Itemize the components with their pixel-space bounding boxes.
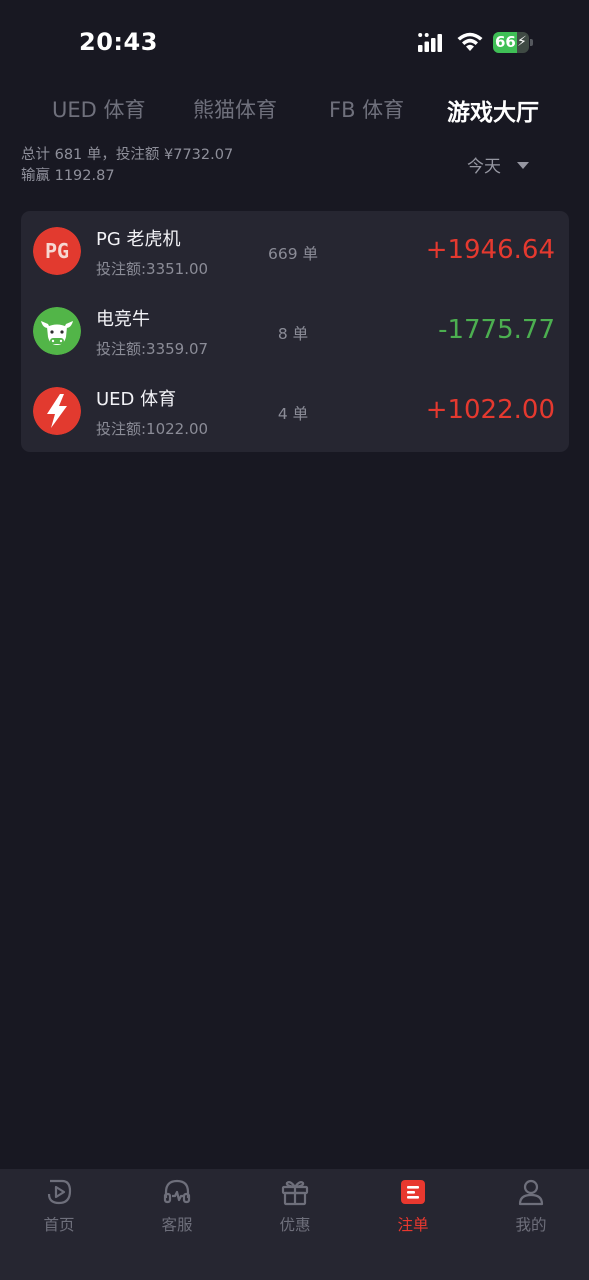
pg-logo-text: PG bbox=[45, 239, 69, 263]
bottom-nav: 首页 客服 优惠 注单 我的 bbox=[0, 1169, 589, 1280]
pg-logo-icon: PG bbox=[33, 227, 81, 275]
order-count: 8 单 bbox=[277, 325, 309, 343]
bet-amount: 投注额:3359.07 bbox=[96, 340, 209, 358]
battery-icon: 66 ⚡ bbox=[493, 32, 533, 53]
record-row-pg-slots[interactable]: PG PG 老虎机 投注额:3351.00 669 单 +1946.64 bbox=[21, 211, 569, 291]
signal-icon bbox=[418, 33, 442, 52]
nav-label: 我的 bbox=[515, 1216, 547, 1234]
profit-amount: +1022.00 bbox=[425, 395, 555, 425]
bet-slip-icon bbox=[401, 1180, 425, 1204]
tab-ued-sports[interactable]: UED 体育 bbox=[52, 94, 146, 124]
battery-body: 66 ⚡ bbox=[493, 32, 529, 53]
bet-amount: 投注额:1022.00 bbox=[96, 420, 209, 438]
gift-icon bbox=[281, 1181, 309, 1206]
date-filter-dropdown[interactable]: 今天 bbox=[467, 152, 529, 177]
tab-panda-sports[interactable]: 熊猫体育 bbox=[193, 94, 277, 124]
home-icon bbox=[47, 1179, 72, 1205]
game-name: 电竞牛 bbox=[96, 309, 150, 330]
game-name: UED 体育 bbox=[96, 389, 177, 410]
nav-promotions[interactable]: 优惠 bbox=[236, 1169, 354, 1249]
summary-win-loss: 输赢 1192.87 bbox=[21, 168, 115, 184]
date-filter-label: 今天 bbox=[467, 157, 501, 177]
bull-logo-icon bbox=[33, 307, 81, 355]
charging-bolt-icon: ⚡ bbox=[517, 34, 527, 50]
screen: 20:43 66 ⚡ UED 体育 熊猫体育 FB 体育 游戏大厅 总计 681… bbox=[0, 0, 589, 1280]
headset-icon bbox=[163, 1179, 191, 1204]
nav-label: 首页 bbox=[43, 1216, 75, 1234]
profit-amount: -1775.77 bbox=[438, 315, 555, 345]
battery-cap bbox=[530, 39, 533, 46]
nav-bet-slips[interactable]: 注单 bbox=[354, 1169, 472, 1249]
summary-total: 总计 681 单，投注额 ¥7732.07 bbox=[21, 147, 234, 163]
record-row-esports-bull[interactable]: 电竞牛 投注额:3359.07 8 单 -1775.77 bbox=[21, 291, 569, 371]
nav-customer-service[interactable]: 客服 bbox=[118, 1169, 236, 1249]
tab-game-lobby[interactable]: 游戏大厅 bbox=[447, 93, 539, 127]
battery-level: 66 bbox=[495, 33, 516, 51]
record-row-ued-sports[interactable]: UED 体育 投注额:1022.00 4 单 +1022.00 bbox=[21, 371, 569, 451]
nav-label: 注单 bbox=[397, 1216, 429, 1234]
status-time: 20:43 bbox=[79, 28, 158, 56]
game-name: PG 老虎机 bbox=[96, 229, 181, 250]
bet-amount: 投注额:3351.00 bbox=[96, 260, 209, 278]
nav-label: 客服 bbox=[161, 1216, 193, 1234]
caret-down-icon bbox=[517, 161, 529, 169]
nav-profile[interactable]: 我的 bbox=[472, 1169, 589, 1249]
lightning-logo-icon bbox=[33, 387, 81, 435]
wifi-icon bbox=[457, 32, 483, 51]
user-icon bbox=[518, 1179, 544, 1206]
profit-amount: +1946.64 bbox=[425, 235, 555, 265]
bet-summary: 总计 681 单，投注额 ¥7732.07 输赢 1192.87 bbox=[21, 145, 233, 187]
status-bar: 20:43 66 ⚡ bbox=[0, 0, 589, 86]
venue-tabs: UED 体育 熊猫体育 FB 体育 游戏大厅 bbox=[0, 90, 589, 130]
nav-home[interactable]: 首页 bbox=[0, 1169, 118, 1249]
order-count: 4 单 bbox=[277, 405, 309, 423]
order-count: 669 单 bbox=[267, 245, 318, 263]
nav-label: 优惠 bbox=[279, 1216, 311, 1234]
tab-fb-sports[interactable]: FB 体育 bbox=[329, 94, 404, 124]
bet-records-card: PG PG 老虎机 投注额:3351.00 669 单 +1946.64 电竞牛… bbox=[21, 211, 569, 452]
